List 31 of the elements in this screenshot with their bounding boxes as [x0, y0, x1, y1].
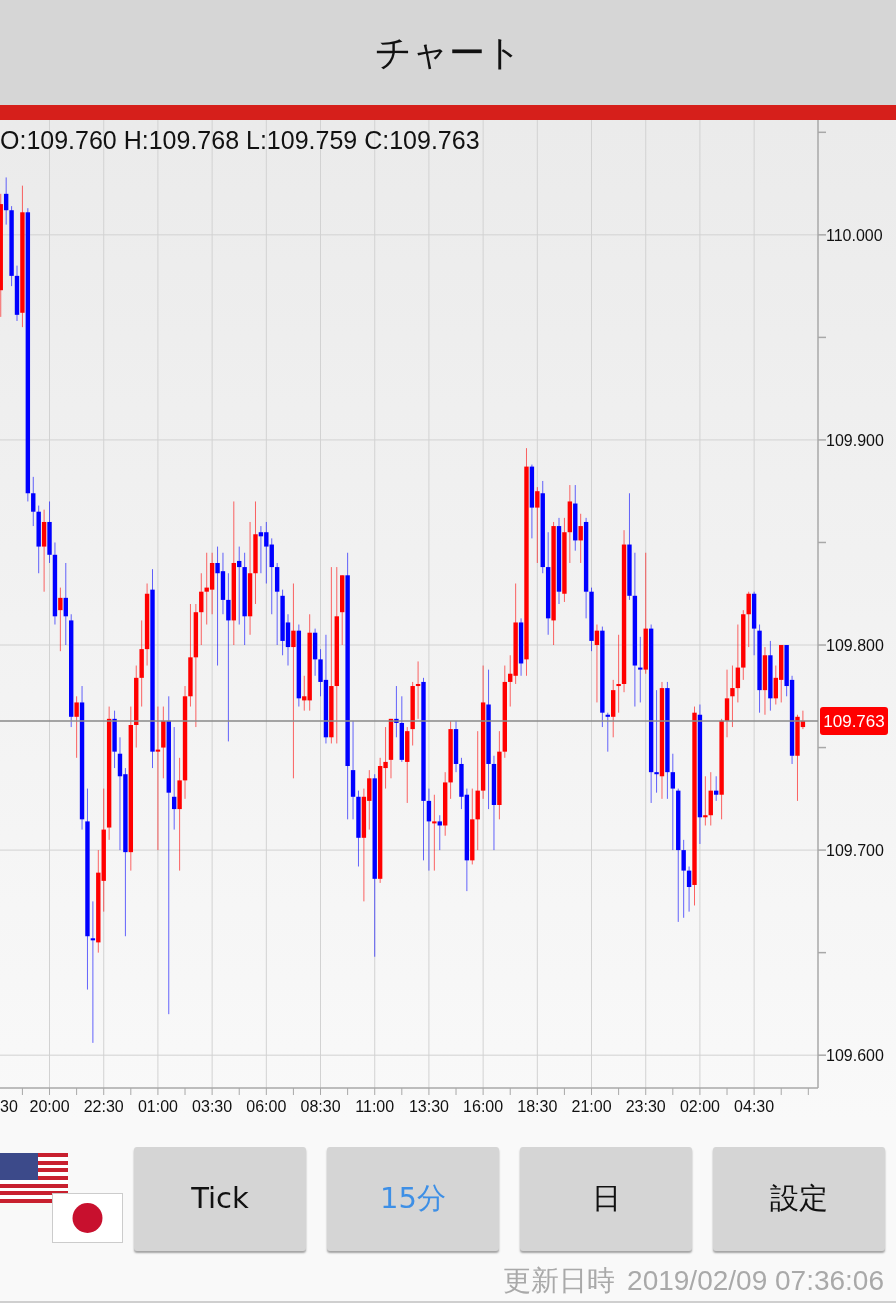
- ref-line-label: 109.763: [823, 711, 885, 731]
- current-price-label: 109.763: [820, 706, 888, 735]
- axis-label: 04:30: [734, 1098, 775, 1115]
- updated-time: 2019/02/09 07:36:06: [627, 1263, 884, 1298]
- axis-label: 109.600: [826, 1047, 884, 1065]
- axis-label: 03:30: [192, 1098, 233, 1115]
- tab-button[interactable]: 設定: [713, 1147, 885, 1251]
- ohlc-readout: O:109.760 H:109.768 L:109.759 C:109.763: [0, 125, 480, 156]
- tab-button[interactable]: Tick: [134, 1147, 306, 1251]
- axis-label: 22:30: [83, 1098, 124, 1115]
- tab-button[interactable]: 日: [520, 1147, 692, 1251]
- screen-title: チャート: [374, 30, 522, 75]
- axis-label: 18:30: [517, 1098, 558, 1115]
- updated-label: 更新日時: [503, 1262, 616, 1299]
- axis-label: 109.900: [826, 431, 884, 449]
- axis-label: 02:00: [679, 1098, 720, 1115]
- axis-label: 110.000: [826, 226, 883, 244]
- axis-label: 13:30: [408, 1098, 449, 1115]
- japan-flag-icon: [52, 1193, 123, 1243]
- axis-label: 23:30: [625, 1098, 666, 1115]
- axis-label: 01:00: [137, 1098, 178, 1115]
- axis-label: 20:00: [29, 1098, 70, 1115]
- axis-label: 06:00: [246, 1098, 287, 1115]
- axis-label: 11:00: [355, 1098, 395, 1115]
- axis-label: 21:00: [571, 1098, 612, 1115]
- axis-label: 109.700: [826, 842, 884, 860]
- axis-label: 08:30: [300, 1098, 341, 1115]
- axis-label: 16:00: [463, 1098, 504, 1115]
- axis-label: 109.800: [826, 637, 884, 654]
- us-flag-icon: [0, 1153, 68, 1203]
- axis-label: 30: [0, 1098, 18, 1115]
